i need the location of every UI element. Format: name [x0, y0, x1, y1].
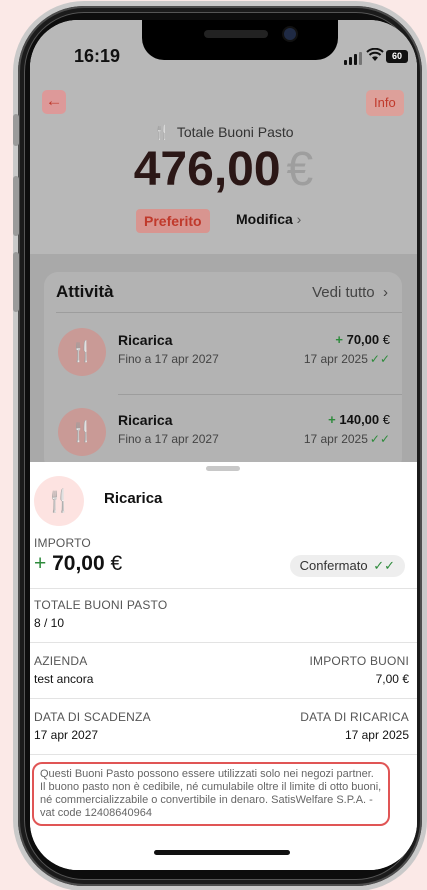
azienda-label: AZIENDA: [34, 654, 88, 668]
amount-value: 476,00: [133, 143, 281, 196]
arrow-left-icon: ←: [45, 91, 63, 110]
importo-number: 70,00: [52, 552, 105, 575]
camera: [284, 28, 296, 40]
activity-amount: + 140,00 €: [328, 412, 390, 427]
amount-number: 70,00: [346, 332, 380, 347]
activity-title: Attività: [56, 282, 114, 301]
importo-sign: +: [34, 552, 47, 575]
activity-subtitle: Fino a 17 apr 2027: [118, 352, 219, 366]
scadenza-label: DATA DI SCADENZA: [34, 710, 151, 724]
fork-knife-icon: 🍴: [58, 328, 106, 376]
importo-currency: €: [110, 552, 123, 575]
disclaimer-text: Questi Buoni Pasto possono essere utiliz…: [32, 762, 390, 826]
detail-sheet: 🍴 Ricarica IMPORTO + 70,00 € Confermato …: [30, 462, 417, 870]
fork-knife-icon: 🍴: [58, 408, 106, 456]
activity-card: Attività Vedi tutto › 🍴 Ricarica Fino a …: [44, 272, 402, 472]
double-check-icon: ✓✓: [369, 432, 390, 446]
chevron-right-icon: ›: [296, 211, 302, 227]
divider: [30, 754, 417, 755]
activity-date: 17 apr 2025 ✓✓: [304, 432, 390, 446]
importo-buoni-value: 7,00 €: [375, 672, 409, 686]
amount-sign: +: [335, 332, 343, 347]
chevron-right-icon: ›: [383, 284, 388, 301]
activity-name: Ricarica: [118, 332, 173, 348]
see-all-link[interactable]: Vedi tutto ›: [312, 284, 388, 301]
importo-buoni-label: IMPORTO BUONI: [309, 654, 409, 668]
amount-currency: €: [382, 412, 390, 427]
total-amount: 476,00 €: [30, 142, 417, 197]
activity-subtitle: Fino a 17 apr 2027: [118, 432, 219, 446]
totale-label: TOTALE BUONI PASTO: [34, 598, 168, 612]
importo-label: IMPORTO: [34, 536, 91, 550]
activity-name: Ricarica: [118, 412, 173, 428]
total-label-text: Totale Buoni Pasto: [176, 124, 294, 140]
amount-sign: +: [328, 412, 336, 427]
importo-value: + 70,00 €: [34, 552, 122, 576]
signal-icon: [344, 52, 362, 65]
notch: [142, 20, 338, 60]
azienda-value: test ancora: [34, 672, 94, 686]
detail-title: Ricarica: [104, 490, 163, 507]
mute-switch: [13, 114, 19, 146]
total-label: 🍴 Totale Buoni Pasto: [30, 124, 417, 141]
divider: [30, 698, 417, 699]
sheet-handle[interactable]: [206, 466, 240, 471]
ricarica-value: 17 apr 2025: [344, 728, 409, 742]
divider: [30, 588, 417, 589]
ricarica-label: DATA DI RICARICA: [300, 710, 409, 724]
divider: [118, 394, 402, 395]
back-button[interactable]: ←: [42, 90, 66, 114]
status-badge: Confermato ✓✓: [289, 555, 405, 577]
fork-knife-icon: 🍴: [34, 476, 84, 526]
amount-currency: €: [286, 143, 314, 196]
activity-amount: + 70,00 €: [335, 332, 390, 347]
amount-number: 140,00: [339, 412, 380, 427]
status-time: 16:19: [74, 46, 121, 66]
info-button[interactable]: Info: [366, 90, 404, 116]
double-check-icon: ✓✓: [369, 352, 390, 366]
wifi-icon: [366, 47, 384, 66]
divider: [30, 642, 417, 643]
activity-date: 17 apr 2025 ✓✓: [304, 352, 390, 366]
totale-value: 8 / 10: [34, 616, 65, 630]
date-text: 17 apr 2025: [303, 352, 368, 366]
see-all-label: Vedi tutto: [312, 284, 375, 301]
volume-up-button: [13, 176, 19, 236]
activity-row[interactable]: 🍴 Ricarica Fino a 17 apr 2027 + 70,00 € …: [44, 320, 402, 392]
scadenza-value: 17 apr 2027: [34, 728, 99, 742]
screen: 16:19 60 ← Info 🍴 Totale Buoni Pasto 476,…: [30, 20, 417, 870]
status-text: Confermato: [299, 558, 368, 573]
date-text: 17 apr 2025: [303, 432, 368, 446]
battery-icon: 60: [386, 50, 408, 63]
speaker: [204, 30, 268, 38]
volume-down-button: [13, 252, 19, 312]
edit-label: Modifica: [236, 211, 293, 227]
divider: [56, 312, 402, 313]
favorite-button[interactable]: Preferito: [136, 209, 210, 233]
home-indicator[interactable]: [154, 850, 290, 855]
edit-button[interactable]: Modifica ›: [236, 211, 301, 227]
amount-currency: €: [382, 332, 390, 347]
double-check-icon: ✓✓: [373, 558, 395, 573]
fork-knife-icon: 🍴: [153, 124, 171, 140]
